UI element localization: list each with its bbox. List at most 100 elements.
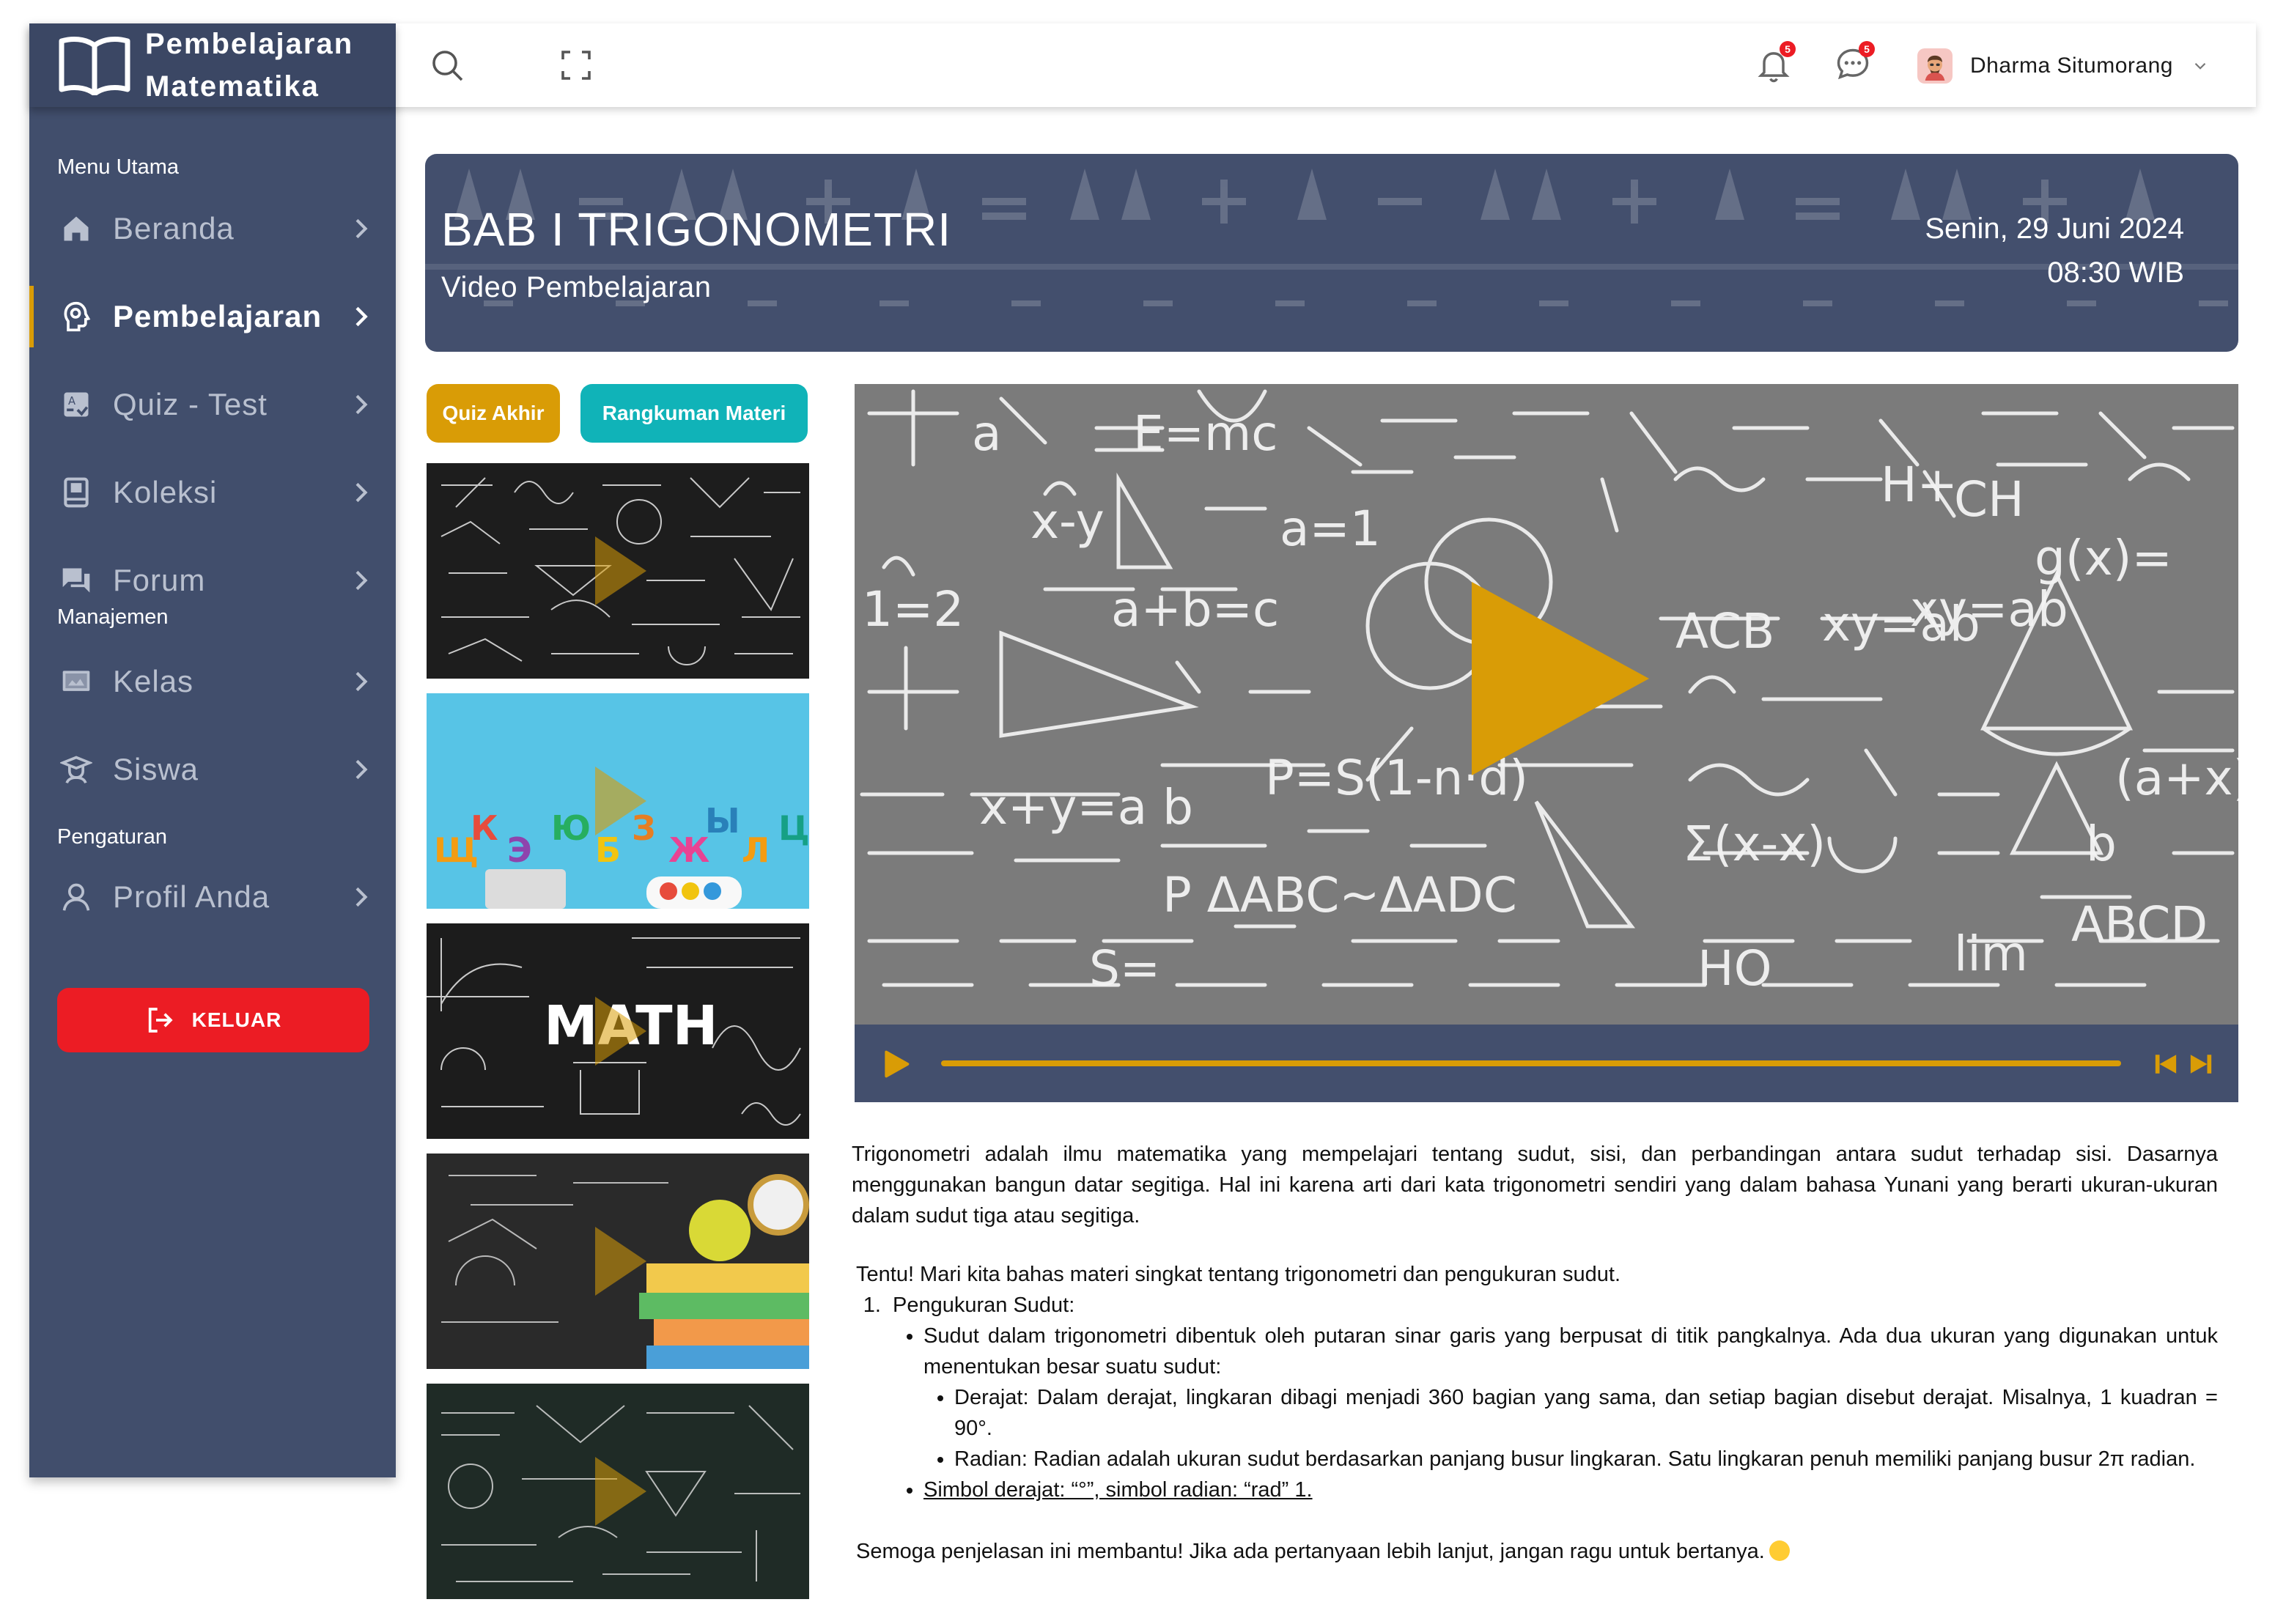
logout-label: KELUAR xyxy=(191,1008,282,1031)
svg-text:Б: Б xyxy=(595,830,621,870)
brand-line-2: Matematika xyxy=(145,70,320,103)
skip-forward-icon[interactable] xyxy=(2189,1051,2213,1077)
rangkuman-materi-button[interactable]: Rangkuman Materi xyxy=(580,384,808,443)
chevron-right-icon xyxy=(355,394,368,415)
svg-text:A: A xyxy=(68,395,77,407)
video-thumbnail-4[interactable] xyxy=(427,1154,809,1369)
student-icon xyxy=(59,752,94,787)
sidebar-item-beranda[interactable]: Beranda xyxy=(29,192,396,265)
brand[interactable]: Pembelajaran Matematika xyxy=(29,23,396,107)
svg-text:x-y: x-y xyxy=(1030,493,1105,550)
svg-text:g(x)=: g(x)= xyxy=(2035,530,2172,586)
forum-icon xyxy=(59,563,94,598)
svg-text:ACB: ACB xyxy=(1675,603,1774,660)
sidebar-item-label: Quiz - Test xyxy=(113,387,268,421)
lesson-closing: Semoga penjelasan ini membantu! Jika ada… xyxy=(852,1536,2218,1567)
lightbulb-head-icon xyxy=(59,299,94,334)
colorful-letters-image: ЩК ЭЮ БЗ ЖЫ ЛЦ xyxy=(427,693,809,909)
chevron-right-icon xyxy=(355,671,368,692)
sidebar-item-label: Kelas xyxy=(113,664,194,698)
video-thumbnail-5[interactable] xyxy=(427,1384,809,1599)
bullet-1: Sudut dalam trigonometri dibentuk oleh p… xyxy=(923,1324,2218,1378)
user-name: Dharma Situmorang xyxy=(1970,53,2173,78)
user-icon xyxy=(59,879,94,915)
current-time: 08:30 WIB xyxy=(2047,256,2184,289)
svg-text:Л: Л xyxy=(742,830,770,870)
sub-bullet-list: Derajat: Dalam derajat, lingkaran dibagi… xyxy=(954,1382,2218,1474)
video-screen[interactable]: a E=mc x-y a=1 H+ CH xy=ab g(x)= 1=2 a+b=c xy… xyxy=(855,384,2238,1025)
list-item: Radian: Radian adalah ukuran sudut berda… xyxy=(954,1444,2218,1474)
svg-text:a: a xyxy=(972,405,1001,462)
chevron-right-icon xyxy=(355,218,368,239)
notifications-badge: 5 xyxy=(1780,41,1796,57)
video-thumbnail-2[interactable]: ЩК ЭЮ БЗ ЖЫ ЛЦ xyxy=(427,693,809,909)
skip-back-icon[interactable] xyxy=(2153,1051,2178,1077)
sidebar-item-label: Beranda xyxy=(113,211,235,246)
books-apple-clock-image xyxy=(427,1154,809,1369)
svg-text:x+y=a b: x+y=a b xyxy=(979,779,1193,835)
svg-text:Ы: Ы xyxy=(705,801,740,841)
svg-text:К: К xyxy=(471,808,498,848)
fullscreen-icon[interactable] xyxy=(558,48,594,83)
svg-text:Σ(x-x): Σ(x-x) xyxy=(1683,816,1826,872)
video-player[interactable]: a E=mc x-y a=1 H+ CH xy=ab g(x)= 1=2 a+b=c xy… xyxy=(855,384,2238,1102)
sidebar-item-label: Koleksi xyxy=(113,475,218,509)
svg-text:(a+x): (a+x) xyxy=(2115,750,2238,806)
math-blackboard-image: MATH xyxy=(427,923,809,1139)
chalkboard-formulas-image xyxy=(427,463,809,679)
messages-button[interactable]: 5 xyxy=(1834,41,1875,84)
page-header-banner: BAB I TRIGONOMETRI Video Pembelajaran Se… xyxy=(425,154,2238,352)
page-subtitle: Video Pembelajaran xyxy=(441,271,712,303)
sidebar-item-koleksi[interactable]: Koleksi xyxy=(29,456,396,529)
sidebar-item-pembelajaran[interactable]: Pembelajaran xyxy=(29,280,396,353)
brand-title: Pembelajaran Matematika xyxy=(145,23,353,108)
logout-button[interactable]: KELUAR xyxy=(57,988,369,1052)
svg-text:b: b xyxy=(2086,816,2117,872)
sidebar-item-profil[interactable]: Profil Anda xyxy=(29,860,396,934)
list-item: Derajat: Dalam derajat, lingkaran dibagi… xyxy=(954,1382,2218,1444)
sidebar-item-label: Pembelajaran xyxy=(113,299,322,333)
sidebar-item-kelas[interactable]: Kelas xyxy=(29,645,396,718)
smiley-emoji-icon xyxy=(1769,1540,1790,1561)
search-icon[interactable] xyxy=(429,48,465,83)
svg-text:Ж: Ж xyxy=(668,830,709,870)
svg-text:Э: Э xyxy=(507,830,532,870)
current-date: Senin, 29 Juni 2024 xyxy=(1925,213,2184,245)
home-icon xyxy=(59,211,94,246)
bullet-list: Sudut dalam trigonometri dibentuk oleh p… xyxy=(923,1321,2218,1505)
lesson-intro: Tentu! Mari kita bahas materi singkat te… xyxy=(856,1263,1620,1286)
list-item: Simbol derajat: “°”, simbol radian: “rad… xyxy=(923,1474,2218,1505)
video-controls xyxy=(855,1025,2238,1102)
brand-line-1: Pembelajaran xyxy=(145,28,354,60)
chevron-down-icon xyxy=(2194,62,2206,70)
sidebar-item-quiz-test[interactable]: A Quiz - Test xyxy=(29,368,396,441)
notifications-button[interactable]: 5 xyxy=(1755,41,1796,84)
svg-text:lim: lim xyxy=(1954,926,2028,982)
svg-text:a=1: a=1 xyxy=(1280,501,1381,557)
video-progress-bar[interactable] xyxy=(941,1060,2121,1066)
play-icon[interactable] xyxy=(880,1048,912,1080)
video-thumbnail-1[interactable] xyxy=(427,463,809,679)
sidebar-item-label: Siswa xyxy=(113,752,199,786)
logout-icon xyxy=(148,1008,173,1033)
svg-text:a+b=c: a+b=c xyxy=(1111,581,1279,638)
avatar xyxy=(1917,48,1953,84)
list-item: Sudut dalam trigonometri dibentuk oleh p… xyxy=(923,1321,2218,1474)
list-item: Pengukuran Sudut: Sudut dalam trigonomet… xyxy=(887,1290,2218,1505)
quiz-akhir-button[interactable]: Quiz Akhir xyxy=(427,384,560,443)
chalkboard-video-frame: a E=mc x-y a=1 H+CH xy=abg(x)= 1=2 a+b=c xy… xyxy=(855,384,2238,1025)
lesson-outline: Pengukuran Sudut: Sudut dalam trigonomet… xyxy=(887,1290,2218,1505)
video-thumbnail-3[interactable]: MATH xyxy=(427,923,809,1139)
svg-text:HO: HO xyxy=(1697,940,1772,997)
user-menu[interactable]: Dharma Situmorang xyxy=(1917,44,2210,88)
svg-text:xy=ab: xy=ab xyxy=(1822,596,1980,652)
classroom-icon xyxy=(59,664,94,699)
svg-text:З: З xyxy=(632,808,656,848)
topbar: 5 5 Dharma Situmorang xyxy=(396,23,2256,107)
lesson-content: Trigonometri adalah ilmu matematika yang… xyxy=(852,1139,2218,1567)
lesson-paragraph: Trigonometri adalah ilmu matematika yang… xyxy=(852,1143,2218,1228)
sidebar-item-siswa[interactable]: Siswa xyxy=(29,733,396,806)
svg-text:Ю: Ю xyxy=(551,808,591,848)
sidebar-item-label: Forum xyxy=(113,563,206,597)
bullet-2: Simbol derajat: “°”, simbol radian: “rad… xyxy=(923,1478,1313,1502)
